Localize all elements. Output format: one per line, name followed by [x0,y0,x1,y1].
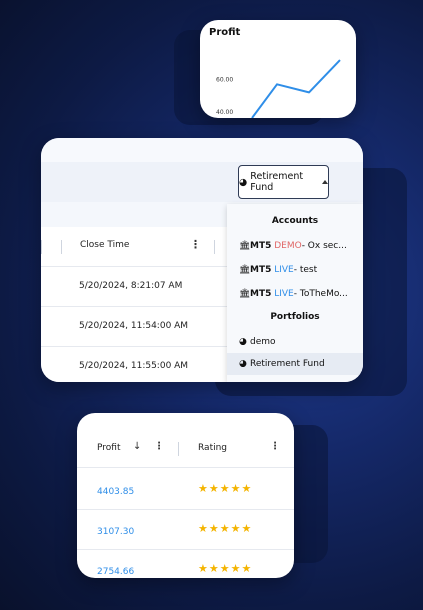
table-row[interactable]: 5/20/2024, 11:55:00 AM [41,347,227,382]
profit-cell: 4403.85 [97,487,135,497]
column-separator [41,240,42,254]
profit-cell: 3107.30 [97,527,135,537]
column-menu-icon[interactable]: ⋮ [190,238,201,251]
portfolio-panel-card: ◕ Retirement Fund Close Time ⋮ 5/20/2024… [41,138,363,382]
bank-icon: 🏛 [239,265,251,275]
accounts-heading: Accounts [271,216,319,226]
table-row[interactable]: 2754.66 ★★★★★ [77,550,294,578]
panel-top-bar [41,138,363,163]
table-row[interactable]: 5/20/2024, 8:21:07 AM [41,267,227,307]
profit-chart-card: Profit 60.00 40.00 [200,20,356,118]
portfolio-dropdown-menu: Accounts 🏛 MT5 DEMO - Ox sec... 🏛 MT5 LI… [227,204,363,382]
column-separator [214,240,215,254]
profit-series-line [251,59,341,118]
menu-item-account-live-tothemoon[interactable]: 🏛 MT5 LIVE - ToTheMo... [227,283,363,305]
close-time-cell: 5/20/2024, 11:54:00 AM [79,321,189,331]
profit-cell: 2754.66 [97,567,135,577]
portfolios-heading: Portfolios [270,312,320,322]
pie-chart-icon: ◕ [239,359,247,369]
caret-up-icon [322,180,328,184]
table-row[interactable]: 3107.30 ★★★★★ [77,510,294,550]
column-separator [178,442,179,456]
ranking-table-header: Profit ↓ ⋮ Rating ⋮ [77,431,294,468]
column-menu-icon[interactable]: ⋮ [270,441,280,452]
portfolio-select-button[interactable]: ◕ Retirement Fund [238,165,329,199]
menu-item-account-demo[interactable]: 🏛 MT5 DEMO - Ox sec... [227,235,363,257]
table-row[interactable]: 4403.85 ★★★★★ [77,470,294,510]
menu-item-portfolio-retirement-fund[interactable]: ◕ Retirement Fund [227,353,363,375]
column-menu-icon[interactable]: ⋮ [154,441,164,452]
star-rating: ★★★★★ [198,522,253,535]
star-rating: ★★★★★ [198,562,253,575]
ranking-table-card: Profit ↓ ⋮ Rating ⋮ 4403.85 ★★★★★ 3107.3… [77,413,294,578]
y-tick-label: 40.00 [216,109,233,116]
bank-icon: 🏛 [239,241,251,251]
rating-column-header[interactable]: Rating [198,443,227,453]
close-time-header[interactable]: Close Time [80,240,129,250]
y-tick-label: 60.00 [216,77,233,84]
sort-down-arrow-icon[interactable]: ↓ [133,441,141,452]
profit-column-header[interactable]: Profit [97,443,120,453]
profit-line-chart: 60.00 40.00 [216,59,341,118]
table-row[interactable]: 5/20/2024, 11:54:00 AM [41,307,227,347]
star-rating: ★★★★★ [198,482,253,495]
pie-chart-icon: ◕ [239,337,247,347]
bank-icon: 🏛 [239,289,251,299]
close-time-cell: 5/20/2024, 11:55:00 AM [79,361,189,371]
close-time-cell: 5/20/2024, 8:21:07 AM [79,281,183,291]
menu-item-portfolio-demo[interactable]: ◕ demo [227,331,363,353]
pie-chart-icon: ◕ [239,176,248,188]
portfolio-select-label: Retirement Fund [250,171,304,193]
column-separator [61,240,62,254]
menu-item-account-live-test[interactable]: 🏛 MT5 LIVE - test [227,259,363,281]
table-header-row: Close Time ⋮ [41,227,227,267]
